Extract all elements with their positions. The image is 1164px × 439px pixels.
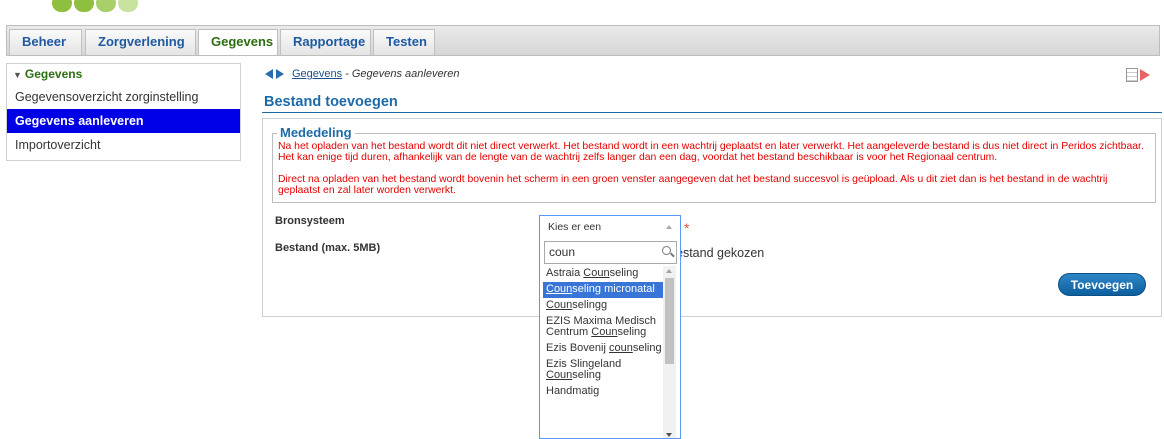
dropdown-option-highlighted[interactable]: Counseling micronatal [543,282,665,298]
option-text: Astraia [546,267,584,279]
option-text: seling micronatal [572,283,655,295]
tab-zorgverlening[interactable]: Zorgverlening [85,29,196,55]
bronsysteem-select[interactable]: Kies er een [539,215,681,239]
option-text: seling [617,326,647,338]
option-text: seling [609,267,639,279]
option-text: seling [632,342,662,354]
dropdown-search-input[interactable]: coun [544,241,677,264]
bronsysteem-dropdown: coun Astraia Counseling Counseling micro… [539,238,681,439]
tab-rapportage[interactable]: Rapportage [280,29,371,55]
file-status-text: estand gekozen [676,246,765,260]
option-match: Coun [583,267,610,279]
sidebar-item-importoverzicht[interactable]: Importoverzicht [7,133,240,157]
notice-paragraph-2: Direct na opladen van het bestand wordt … [278,174,1108,196]
sidebar-item-gegevens-aanleveren[interactable]: Gegevens aanleveren [7,109,240,133]
sidebar: ▼ Gegevens Gegevensoverzicht zorginstelli… [6,63,241,161]
dropdown-scrollbar[interactable] [663,266,676,438]
notice-text: Na het opladen van het bestand wordt dit… [278,141,1150,196]
bestand-label: Bestand (max. 5MB) [275,242,381,254]
main-tab-bar: Beheer Zorgverlening Gegevens Rapportage… [6,25,1160,56]
option-text: seling [572,369,602,381]
notice-legend: Mededeling [277,125,355,140]
sidebar-header[interactable]: ▼ Gegevens [7,64,240,85]
header-strip [0,0,1164,14]
app-page: Beheer Zorgverlening Gegevens Rapportage… [0,0,1164,439]
scrollbar-thumb[interactable] [665,278,674,364]
toevoegen-button[interactable]: Toevoegen [1058,273,1146,296]
dropdown-option[interactable]: EZIS Maxima Medisch Centrum Counseling [543,314,665,341]
breadcrumb-current: Gegevens aanleveren [351,68,460,80]
breadcrumb: Gegevens - Gegevens aanleveren [265,68,459,80]
bronsysteem-label: Bronsysteem [275,215,345,227]
forward-arrow-icon[interactable] [276,69,284,79]
notice-paragraph-1: Na het opladen van het bestand wordt dit… [278,141,1144,163]
chevron-up-icon [666,225,672,229]
option-text: selingg [572,299,608,311]
search-value: coun [549,245,576,259]
sidebar-header-label: Gegevens [24,67,83,81]
app-logo [52,0,138,12]
option-match: Coun [591,326,618,338]
select-placeholder: Kies er een [548,221,602,233]
back-arrow-icon[interactable] [265,69,273,79]
pdf-icon[interactable] [1140,68,1152,82]
document-icon[interactable] [1126,68,1138,82]
option-text: Handmatig [546,385,600,397]
tab-testen[interactable]: Testen [373,29,435,55]
scroll-up-icon[interactable] [666,269,672,273]
option-match: Coun [546,283,573,295]
breadcrumb-separator: - [345,68,349,80]
dropdown-option[interactable]: Ezis Slingeland Counseling [543,357,665,384]
dropdown-option[interactable]: Astraia Counseling [543,266,665,282]
dropdown-option[interactable]: Counselingg [543,298,665,314]
tab-beheer[interactable]: Beheer [9,29,82,55]
page-tools [1126,68,1152,82]
page-title: Bestand toevoegen [264,94,398,110]
breadcrumb-link-gegevens[interactable]: Gegevens [292,68,342,80]
dropdown-option[interactable]: Ezis Bovenij counseling [543,341,665,357]
option-match: Coun [546,299,573,311]
search-icon [662,246,671,255]
title-divider [262,112,1162,113]
option-text: Ezis Bovenij [546,342,609,354]
required-marker: * [684,220,690,236]
option-match: Coun [546,369,573,381]
option-match: coun [608,342,633,354]
dropdown-options: Astraia Counseling Counseling micronatal… [543,266,665,400]
sidebar-item-gegevensoverzicht[interactable]: Gegevensoverzicht zorginstelling [7,85,240,109]
tab-gegevens[interactable]: Gegevens [198,29,278,55]
dropdown-option[interactable]: Handmatig [543,384,665,400]
scroll-down-icon[interactable] [666,433,672,437]
caret-down-icon: ▼ [13,70,22,80]
